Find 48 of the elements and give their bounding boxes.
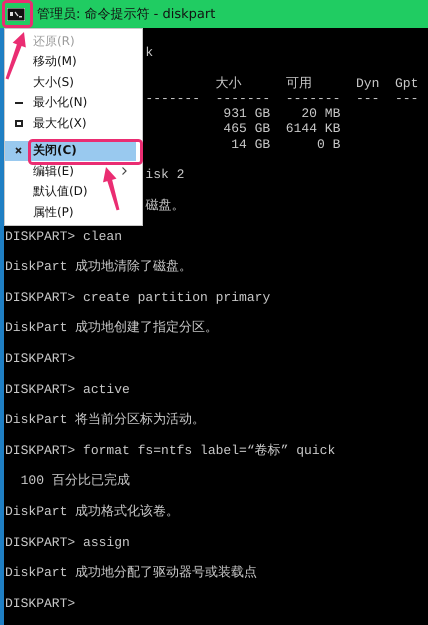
- console-line: DiskPart 成功地创建了指定分区。: [5, 320, 218, 336]
- pointer-arrow: [6, 32, 26, 80]
- console-line: DISKPART> clean: [5, 228, 122, 244]
- menu-item[interactable]: 编辑(E): [5, 161, 136, 182]
- menu-item[interactable]: 最大化(X): [5, 113, 136, 134]
- close-icon: [15, 147, 22, 154]
- column-header: 可用: [286, 76, 313, 91]
- table-cell-text: 0 B: [316, 136, 340, 152]
- console-line: DiskPart 成功格式化该卷。: [5, 504, 180, 520]
- minimize-icon: [15, 102, 23, 104]
- menu-item[interactable]: 最小化(N): [5, 92, 136, 113]
- console-line: DISKPART>: [5, 596, 76, 611]
- console-line: DISKPART> format fs=ntfs label=“卷标” quick: [5, 442, 336, 458]
- table-cell-text: 931 GB: [222, 106, 270, 122]
- console-line: DISKPART> assign: [5, 534, 130, 550]
- column-header: 大小: [216, 76, 243, 91]
- table-rule: ---: [394, 90, 420, 108]
- console-line: DISKPART> create partition primary: [5, 290, 270, 306]
- console-line: DiskPart 将当前分区标为活动。: [5, 412, 206, 428]
- console-line: k: [145, 45, 154, 60]
- table-rule: -------: [144, 90, 202, 108]
- menu-item[interactable]: 大小(S): [5, 72, 136, 92]
- menu-item[interactable]: 关闭(C): [5, 140, 136, 161]
- console-line: DISKPART>: [5, 350, 76, 366]
- console-line: DiskPart 成功地清除了磁盘。: [5, 259, 192, 274]
- column-header: Dyn: [356, 76, 380, 91]
- table-rule: ---: [354, 90, 380, 108]
- table-rule: -------: [214, 90, 272, 108]
- table-cell-text: 20 MB: [300, 106, 340, 122]
- console-line: 磁盘。: [145, 198, 184, 214]
- menu-item[interactable]: 默认值(D): [5, 182, 136, 202]
- table-cell-text: 465 GB: [222, 121, 270, 137]
- menu-item[interactable]: 移动(M): [5, 52, 136, 72]
- maximize-icon: [15, 120, 23, 127]
- highlight-frame: [2, 0, 33, 28]
- console-line: DiskPart 成功地分配了驱动器号或装载点: [5, 565, 258, 580]
- table-cell: 6144 KB: [286, 121, 340, 137]
- table-rule: -------: [284, 90, 342, 108]
- table-cell-text: 14 GB: [230, 136, 270, 152]
- terminal-icon[interactable]: [7, 8, 25, 20]
- console-line: 100 百分比已完成: [20, 473, 130, 489]
- column-header: Gpt: [394, 76, 418, 91]
- pointer-arrow: [103, 167, 120, 210]
- console-line: isk 2: [145, 167, 184, 183]
- chevron-icon: [122, 167, 127, 176]
- menu-item[interactable]: 属性(P): [5, 202, 136, 222]
- window-title: 管理员: 命令提示符 - diskpart: [37, 6, 216, 23]
- console-line: DISKPART> active: [5, 382, 130, 397]
